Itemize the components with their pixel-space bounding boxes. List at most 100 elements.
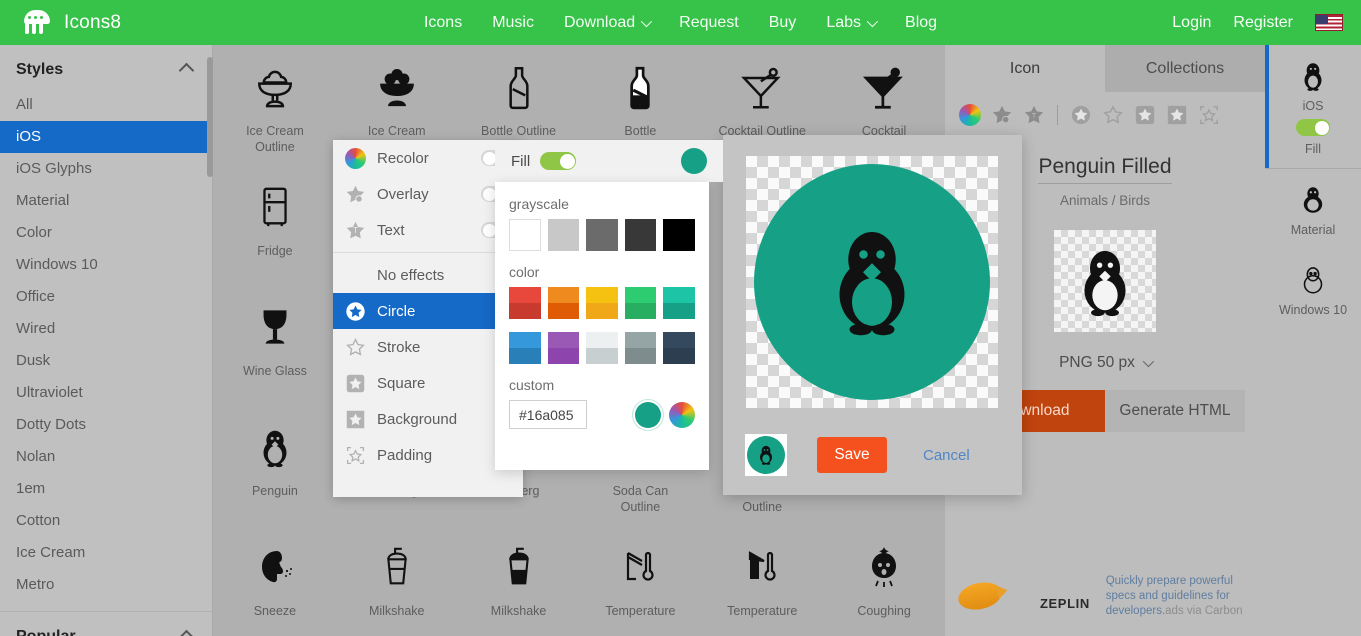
- sidebar-item-1em[interactable]: 1em: [0, 473, 212, 505]
- register-link[interactable]: Register: [1233, 14, 1293, 32]
- header-actions: Login Register: [1172, 14, 1343, 32]
- grid-scrollbar[interactable]: [207, 45, 213, 636]
- preview-thumbnail[interactable]: [745, 434, 787, 476]
- ad-line-3: developers.: [1105, 604, 1166, 617]
- swatch-concrete[interactable]: [624, 332, 657, 364]
- nav-item-download[interactable]: Download: [564, 14, 653, 32]
- swatch-black[interactable]: [663, 219, 695, 251]
- cancel-button[interactable]: Cancel: [923, 447, 970, 464]
- ad-attribution: ads via Carbon: [1165, 604, 1243, 617]
- icon-cell[interactable]: Ice Cream Outline: [214, 45, 336, 165]
- icon-cell[interactable]: Milkshake: [336, 525, 458, 636]
- nav-item-icons[interactable]: Icons: [424, 14, 462, 32]
- tab-collections[interactable]: Collections: [1105, 45, 1265, 92]
- swatch-midnight[interactable]: [663, 332, 695, 364]
- nav-item-buy[interactable]: Buy: [769, 14, 797, 32]
- current-color-swatch[interactable]: [635, 401, 661, 428]
- chevron-up-icon[interactable]: [178, 62, 195, 78]
- tab-icon[interactable]: Icon: [945, 45, 1105, 92]
- icon-label: Ice Cream: [367, 124, 426, 138]
- sidebar-item-dotty-dots[interactable]: Dotty Dots: [0, 409, 212, 441]
- penguin-windows-icon: [1303, 267, 1323, 294]
- effect-label: Recolor: [377, 149, 429, 167]
- chevron-up-icon[interactable]: [178, 629, 195, 636]
- icon-cell[interactable]: Fridge: [214, 165, 336, 285]
- swatch-cloud[interactable]: [586, 332, 618, 364]
- background-star-icon[interactable]: [1166, 104, 1188, 126]
- swatch-gray[interactable]: [586, 219, 618, 251]
- sidebar-item-color[interactable]: Color: [0, 217, 212, 249]
- svg-text:T: T: [1032, 110, 1037, 119]
- icon-cell[interactable]: Temperature: [701, 525, 823, 636]
- padding-star-icon[interactable]: [1198, 104, 1220, 126]
- save-button[interactable]: Save: [817, 437, 887, 473]
- left-sidebar[interactable]: Styles All iOS iOS Glyphs Material Color…: [0, 45, 213, 636]
- rail-item-material[interactable]: Material: [1265, 169, 1361, 249]
- sidebar-item-metro[interactable]: Metro: [0, 569, 212, 601]
- penguin-filled-icon: [839, 232, 905, 336]
- circle-star-icon[interactable]: [1070, 104, 1092, 126]
- sneeze-icon: [251, 537, 299, 597]
- text-star-icon[interactable]: T: [1023, 104, 1045, 126]
- icon-preview[interactable]: [1054, 230, 1156, 332]
- sidebar-item-ultraviolet[interactable]: Ultraviolet: [0, 377, 212, 409]
- sidebar-item-nolan[interactable]: Nolan: [0, 441, 212, 473]
- us-flag-icon[interactable]: [1315, 14, 1343, 31]
- icon-cell[interactable]: Temperature: [580, 525, 702, 636]
- sidebar-item-material[interactable]: Material: [0, 185, 212, 217]
- swatch-yellow[interactable]: [586, 287, 618, 319]
- sidebar-item-all[interactable]: All: [0, 89, 212, 121]
- icon-cell[interactable]: Penguin: [214, 405, 336, 525]
- rail-item-ios[interactable]: iOS Fill: [1265, 45, 1361, 169]
- sidebar-item-cotton[interactable]: Cotton: [0, 505, 212, 537]
- login-link[interactable]: Login: [1172, 14, 1211, 32]
- color-wheel-icon[interactable]: [959, 103, 981, 126]
- nav-item-labs[interactable]: Labs: [826, 14, 879, 32]
- square-star-icon: [346, 374, 365, 392]
- sidebar-item-windows-10[interactable]: Windows 10: [0, 249, 212, 281]
- sidebar-section-popular-header[interactable]: Popular: [0, 612, 212, 636]
- nav-item-request[interactable]: Request: [679, 14, 739, 32]
- icon-cell[interactable]: Sneeze: [214, 525, 336, 636]
- swatch-purple[interactable]: [547, 332, 580, 364]
- penguin-filled-icon: [1084, 250, 1126, 317]
- generate-html-button[interactable]: Generate HTML: [1105, 390, 1245, 432]
- icon-cell[interactable]: Coughing: [823, 525, 945, 636]
- icon-label: Temperature: [605, 604, 676, 618]
- preview-circle: [754, 164, 990, 400]
- rail-item-windows-10[interactable]: Windows 10: [1265, 249, 1361, 329]
- swatch-white[interactable]: [509, 219, 541, 251]
- icon-cell[interactable]: Milkshake: [458, 525, 580, 636]
- swatch-green[interactable]: [624, 287, 657, 319]
- icon-cell[interactable]: Wine Glass: [214, 285, 336, 405]
- swatch-orange[interactable]: [547, 287, 580, 319]
- scrollbar-thumb[interactable]: [207, 57, 213, 177]
- format-size-label: PNG 50 px: [1059, 354, 1135, 371]
- swatch-red[interactable]: [509, 287, 541, 319]
- sidebar-item-ios[interactable]: iOS: [0, 121, 212, 153]
- swatch-teal[interactable]: [663, 287, 695, 319]
- fill-color-swatch[interactable]: [681, 148, 707, 174]
- nav-item-music[interactable]: Music: [492, 14, 534, 32]
- sidebar-item-ice-cream[interactable]: Ice Cream: [0, 537, 212, 569]
- sidebar-item-wired[interactable]: Wired: [0, 313, 212, 345]
- fill-toggle[interactable]: [1296, 119, 1330, 136]
- sidebar-item-ios-glyphs[interactable]: iOS Glyphs: [0, 153, 212, 185]
- square-star-icon[interactable]: [1134, 104, 1156, 126]
- color-wheel-icon[interactable]: [669, 401, 695, 428]
- sidebar-item-office[interactable]: Office: [0, 281, 212, 313]
- nav-item-blog[interactable]: Blog: [905, 14, 937, 32]
- overlay-star-icon[interactable]: [991, 104, 1013, 126]
- swatch-dark-gray[interactable]: [624, 219, 657, 251]
- fill-toggle[interactable]: [540, 152, 577, 170]
- fill-bar: Fill: [495, 140, 723, 182]
- hex-input[interactable]: #16a085: [509, 400, 587, 429]
- sidebar-section-styles-header[interactable]: Styles: [0, 45, 212, 89]
- sidebar-item-dusk[interactable]: Dusk: [0, 345, 212, 377]
- swatch-blue[interactable]: [509, 332, 541, 364]
- icon-label: Wine Glass: [242, 364, 307, 378]
- carbon-ad[interactable]: ZEPLIN Quickly prepare powerful specs an…: [955, 560, 1248, 632]
- swatch-light-gray[interactable]: [547, 219, 580, 251]
- stroke-star-icon[interactable]: [1102, 104, 1124, 126]
- effect-label: Padding: [377, 446, 433, 464]
